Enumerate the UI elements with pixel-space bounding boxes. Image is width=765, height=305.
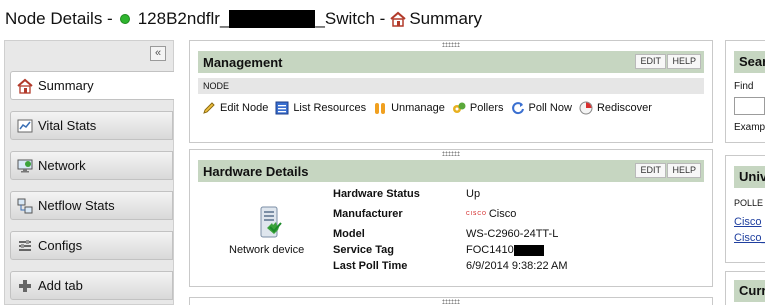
panel-title: Hardware Details — [203, 163, 309, 179]
next-panel — [189, 297, 713, 305]
table-row: Service Tag FOC1410 — [333, 242, 633, 258]
drag-handle[interactable] — [442, 299, 460, 304]
tab-vital-stats[interactable]: Vital Stats — [10, 111, 173, 140]
search-panel: Sear Find Examp — [725, 40, 765, 143]
help-button[interactable]: HELP — [667, 54, 701, 69]
node-name-start: 128B2ndflr_ — [137, 9, 230, 28]
home-icon — [389, 10, 407, 28]
tab-summary[interactable]: Summary — [10, 71, 174, 100]
chart-icon — [17, 118, 33, 134]
tab-label: Configs — [38, 238, 83, 253]
monitor-icon — [17, 158, 33, 174]
tab-configs[interactable]: Configs — [10, 231, 173, 260]
panel-title: Univ — [734, 166, 765, 188]
plus-icon — [17, 278, 33, 294]
poller-column-header: POLLE — [734, 198, 764, 208]
edit-button[interactable]: EDIT — [635, 163, 666, 178]
panel-title: Sear — [734, 51, 765, 73]
pause-icon — [373, 101, 387, 115]
tab-network[interactable]: Network — [10, 151, 173, 180]
pencil-icon — [202, 101, 216, 115]
tab-label: Netflow Stats — [38, 198, 115, 213]
search-input[interactable] — [734, 97, 765, 115]
collapse-sidebar-button[interactable]: « — [150, 46, 166, 61]
pollers-link[interactable]: Pollers — [452, 101, 504, 115]
device-type-label: Network device — [229, 244, 305, 256]
table-row: Manufacturer CISCO Cisco — [333, 208, 517, 220]
home-icon — [17, 78, 33, 94]
drag-handle[interactable] — [442, 151, 460, 156]
page-title-prefix: Node Details - — [5, 9, 113, 28]
table-row: Last Poll Time 6/9/2014 9:38:22 AM — [333, 260, 568, 272]
refresh-icon — [511, 101, 525, 115]
management-panel: Management EDIT HELP NODE Edit Node List… — [189, 40, 713, 143]
universal-pollers-panel: Univ POLLE Cisco Cisco_ — [725, 155, 765, 263]
node-actions: Edit Node List Resources Unmanage Poller… — [202, 101, 659, 115]
view-name: Summary — [409, 9, 483, 28]
poller-link[interactable]: Cisco — [734, 216, 762, 228]
unmanage-link[interactable]: Unmanage — [373, 101, 445, 115]
network-device-icon — [229, 206, 309, 243]
drag-handle[interactable] — [442, 42, 460, 47]
rediscover-link[interactable]: Rediscover — [579, 101, 652, 115]
tab-netflow-stats[interactable]: Netflow Stats — [10, 191, 173, 220]
node-status-icon — [119, 14, 130, 24]
poller-link[interactable]: Cisco_ — [734, 232, 765, 244]
node-name-end: _Switch - — [315, 9, 386, 28]
help-button[interactable]: HELP — [667, 163, 701, 178]
current-panel: Curr — [725, 271, 765, 305]
poll-now-link[interactable]: Poll Now — [511, 101, 572, 115]
node-subheader: NODE — [198, 78, 704, 94]
tab-label: Network — [38, 158, 86, 173]
rediscover-icon — [579, 101, 593, 115]
tab-add[interactable]: Add tab — [10, 271, 173, 300]
cisco-logo: CISCO — [466, 211, 487, 217]
redacted-block — [229, 10, 316, 28]
tab-label: Summary — [38, 78, 94, 93]
page-title: Node Details - 128B2ndflr_ _Switch - Sum… — [5, 7, 482, 31]
redacted-block — [513, 244, 544, 256]
edit-button[interactable]: EDIT — [635, 54, 666, 69]
hardware-header: Hardware Details EDIT HELP — [198, 160, 704, 182]
wrench-icon — [17, 238, 33, 254]
table-row: Hardware Status Up — [333, 188, 481, 200]
list-resources-link[interactable]: List Resources — [275, 101, 366, 115]
pollers-icon — [452, 101, 466, 115]
management-header: Management EDIT HELP — [198, 51, 704, 73]
netflow-icon — [17, 198, 33, 214]
tab-label: Vital Stats — [38, 118, 97, 133]
panel-title: Curr — [734, 280, 765, 302]
find-label: Find — [734, 81, 754, 92]
edit-node-link[interactable]: Edit Node — [202, 101, 268, 115]
example-label: Examp — [734, 122, 765, 133]
panel-title: Management — [203, 54, 283, 70]
list-icon — [275, 101, 289, 115]
tab-label: Add tab — [38, 278, 83, 293]
table-row: Model WS-C2960-24TT-L — [333, 228, 559, 240]
